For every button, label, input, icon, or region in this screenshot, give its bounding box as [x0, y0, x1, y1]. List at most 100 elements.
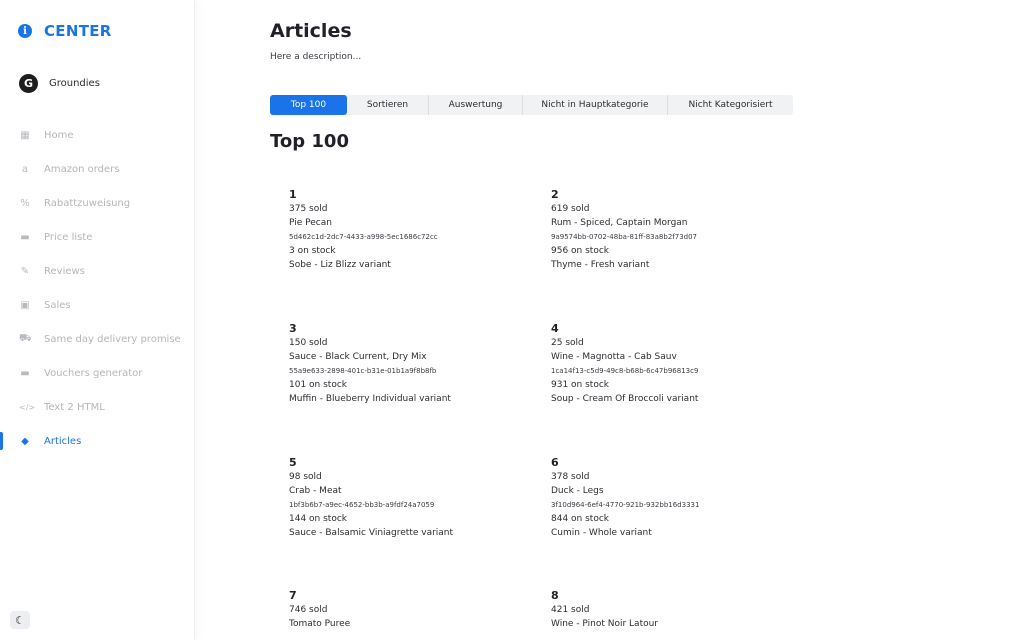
article-sold-count: 378 sold [551, 472, 590, 482]
sidebar-item-label: Rabattzuweisung [44, 197, 131, 209]
article-rank: 3 [289, 322, 297, 335]
article-id: 1bf3b6b7-a9ec-4652-bb3b-a9fdf24a7059 [289, 501, 435, 509]
article-variant: Muffin - Blueberry Individual variant [289, 394, 451, 404]
article-stock: 956 on stock [551, 246, 609, 256]
sidebar-item-price-liste[interactable]: ▬ Price liste [0, 220, 195, 254]
sidebar-item-home[interactable]: ▦ Home [0, 118, 195, 152]
sidebar-item-rabattzuweisung[interactable]: % Rabattzuweisung [0, 186, 195, 220]
sidebar-item-label: Home [44, 129, 74, 141]
sidebar-item-label: Text 2 HTML [44, 401, 105, 413]
article-card[interactable]: 1 375 sold Pie Pecan 5d462c1d-2dc7-4433-a99… [289, 188, 529, 272]
sidebar-item-articles[interactable]: ◆ Articles [0, 424, 195, 458]
sidebar-item-label: Articles [44, 435, 82, 447]
article-name: Pie Pecan [289, 218, 332, 228]
article-variant: Thyme - Fresh variant [551, 260, 650, 270]
page-title: Articles [270, 20, 352, 42]
article-id: 9a9574bb-0702-48ba-81ff-83a8b2f73d07 [551, 233, 698, 241]
article-stock: 844 on stock [551, 514, 609, 524]
article-card[interactable]: 7 746 sold Tomato Puree [289, 589, 529, 631]
amazon-icon: a [21, 163, 29, 175]
article-card[interactable]: 2 619 sold Rum - Spiced, Captain Morgan 9a9… [551, 188, 791, 272]
page-description: Here a description... [270, 52, 362, 62]
article-id: 55a9e633-2898-401c-b31e-01b1a9f8b8fb [289, 367, 437, 375]
article-variant: Sauce - Balsamic Viniagrette variant [289, 528, 454, 538]
code-icon: </> [19, 402, 36, 412]
article-card[interactable]: 5 98 sold Crab - Meat 1bf3b6b7-a9ec-4652-bb… [289, 456, 529, 540]
sidebar-item-same-day-delivery-promise[interactable]: ⛟ Same day delivery promise [0, 322, 195, 356]
sidebar-item-label: Sales [44, 299, 71, 311]
tab-sortieren[interactable]: Sortieren [347, 95, 429, 115]
article-sold-count: 25 sold [551, 338, 584, 348]
article-rank: 8 [551, 589, 559, 602]
moon-icon: ☾ [15, 613, 25, 627]
tab-bar: Top 100 Sortieren Auswertung Nicht in Haupt… [270, 95, 793, 115]
article-rank: 4 [551, 322, 559, 335]
article-sold-count: 421 sold [551, 605, 590, 615]
article-name: Tomato Puree [289, 619, 351, 629]
article-name: Crab - Meat [289, 486, 342, 496]
sidebar: i CENTER G Groundies ▦ Home a Amazon orders… [0, 0, 195, 640]
article-name: Wine - Magnotta - Cab Sauv [551, 352, 677, 362]
user-profile[interactable]: G Groundies [19, 74, 100, 93]
edit-icon: ✎ [20, 265, 30, 277]
article-stock: 144 on stock [289, 514, 347, 524]
article-card[interactable]: 3 150 sold Sauce - Black Current, Dry Mix 5… [289, 322, 529, 406]
article-id: 1ca14f13-c5d9-49c8-b68b-6c47b96813c9 [551, 367, 699, 375]
sidebar-nav: ▦ Home a Amazon orders% Rabattzuweisung ▬ Pric… [0, 118, 195, 458]
sidebar-item-label: Reviews [44, 265, 85, 277]
article-stock: 3 on stock [289, 246, 336, 256]
brand[interactable]: i CENTER [18, 22, 112, 40]
section-title: Top 100 [270, 131, 349, 152]
article-card[interactable]: 6 378 sold Duck - Legs 3f10d964-6ef4-4770-9… [551, 456, 791, 540]
article-card[interactable]: 4 25 sold Wine - Magnotta - Cab Sauv 1ca14f… [551, 322, 791, 406]
tab-nicht-kategorisiert[interactable]: Nicht Kategorisiert [668, 95, 793, 115]
info-icon: i [18, 24, 32, 38]
article-variant: Sobe - Liz Blizz variant [289, 260, 391, 270]
sidebar-item-label: Amazon orders [44, 163, 120, 175]
grid-icon: ▦ [20, 129, 30, 141]
percent-icon: % [20, 197, 30, 209]
article-stock: 101 on stock [289, 380, 347, 390]
article-sold-count: 150 sold [289, 338, 328, 348]
active-indicator [0, 432, 3, 450]
card-icon: ▬ [20, 231, 30, 243]
article-rank: 6 [551, 456, 559, 469]
article-sold-count: 619 sold [551, 204, 590, 214]
article-rank: 7 [289, 589, 297, 602]
article-variant: Soup - Cream Of Broccoli variant [551, 394, 699, 404]
article-sold-count: 746 sold [289, 605, 328, 615]
article-name: Wine - Pinot Noir Latour [551, 619, 659, 629]
sidebar-item-text-2-html[interactable]: </> Text 2 HTML [0, 390, 195, 424]
sidebar-item-label: Vouchers generator [44, 367, 143, 379]
avatar: G [19, 74, 38, 93]
user-name: Groundies [49, 78, 100, 89]
sidebar-item-sales[interactable]: ▣ Sales [0, 288, 195, 322]
article-name: Sauce - Black Current, Dry Mix [289, 352, 427, 362]
article-card[interactable]: 8 421 sold Wine - Pinot Noir Latour [551, 589, 791, 631]
tab-auswertung[interactable]: Auswertung [429, 95, 523, 115]
article-rank: 2 [551, 188, 559, 201]
brand-title: CENTER [44, 22, 112, 40]
main-content: Articles Here a description... Top 100 So… [270, 0, 1010, 640]
sidebar-item-label: Same day delivery promise [44, 333, 181, 345]
article-stock: 931 on stock [551, 380, 609, 390]
theme-toggle-button[interactable]: ☾ [10, 611, 30, 629]
sidebar-item-reviews[interactable]: ✎ Reviews [0, 254, 195, 288]
truck-icon: ⛟ [19, 332, 32, 344]
article-variant: Cumin - Whole variant [551, 528, 652, 538]
article-sold-count: 375 sold [289, 204, 328, 214]
article-id: 3f10d964-6ef4-4770-921b-932bb16d3331 [551, 501, 700, 509]
chart-icon: ▣ [20, 299, 30, 311]
sidebar-item-amazon-orders[interactable]: a Amazon orders [0, 152, 195, 186]
article-rank: 1 [289, 188, 297, 201]
shapes-icon: ◆ [21, 435, 29, 447]
tab-top-100[interactable]: Top 100 [270, 95, 347, 115]
article-name: Duck - Legs [551, 486, 604, 496]
tab-nicht-in-hauptkategorie[interactable]: Nicht in Hauptkategorie [523, 95, 668, 115]
article-sold-count: 98 sold [289, 472, 322, 482]
article-name: Rum - Spiced, Captain Morgan [551, 218, 688, 228]
article-rank: 5 [289, 456, 297, 469]
article-id: 5d462c1d-2dc7-4433-a998-5ec1686c72cc [289, 233, 438, 241]
sidebar-item-vouchers-generator[interactable]: ▬ Vouchers generator [0, 356, 195, 390]
sidebar-item-label: Price liste [44, 231, 93, 243]
